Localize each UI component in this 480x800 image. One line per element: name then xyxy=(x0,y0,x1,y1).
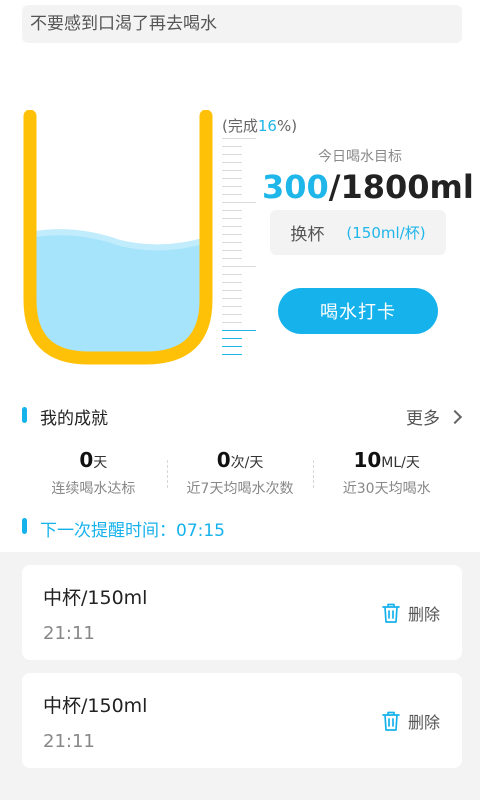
goal-total: /1800ml xyxy=(328,168,474,206)
delete-label: 删除 xyxy=(407,605,440,624)
ruler-tick xyxy=(222,138,256,139)
stat-streak: 0天 连续喝水达标 xyxy=(51,448,136,497)
ruler-tick xyxy=(222,354,242,355)
section-marker xyxy=(22,407,27,423)
achievements-title: 我的成就 xyxy=(40,409,108,429)
ruler-tick xyxy=(222,306,242,307)
change-cup-button[interactable]: 换杯 (150ml/杯) xyxy=(270,210,446,255)
ruler-tick xyxy=(222,154,242,155)
record-time: 21:11 xyxy=(43,731,95,752)
tip-text: 不要感到口渴了再去喝水 xyxy=(30,14,217,34)
level-ruler xyxy=(222,138,258,370)
ruler-tick xyxy=(222,202,256,203)
chevron-right-icon xyxy=(447,409,463,424)
ruler-tick xyxy=(222,250,242,251)
ruler-tick xyxy=(222,258,242,259)
cup-size-value: (150ml/杯) xyxy=(346,224,426,242)
ruler-tick xyxy=(222,338,242,339)
section-marker xyxy=(22,518,27,534)
goal-label: 今日喝水目标 xyxy=(318,149,402,165)
goal-value: 300/1800ml xyxy=(262,168,474,206)
record-item: 中杯/150ml 21:11 删除 xyxy=(22,565,462,660)
ruler-tick xyxy=(222,170,242,171)
ruler-tick xyxy=(222,314,242,315)
ruler-tick xyxy=(222,346,242,347)
ruler-tick xyxy=(222,322,242,323)
change-cup-label: 换杯 xyxy=(290,225,325,245)
trash-icon xyxy=(382,711,400,731)
water-cup xyxy=(20,110,230,370)
record-name: 中杯/150ml xyxy=(43,695,148,717)
record-name: 中杯/150ml xyxy=(43,587,148,609)
ruler-tick xyxy=(222,298,242,299)
drink-checkin-button[interactable]: 喝水打卡 xyxy=(278,288,438,334)
record-item: 中杯/150ml 21:11 删除 xyxy=(22,673,462,768)
tip-banner: 不要感到口渴了再去喝水 xyxy=(22,5,462,43)
delete-button[interactable]: 删除 xyxy=(382,601,440,625)
ruler-tick xyxy=(222,218,242,219)
record-time: 21:11 xyxy=(43,623,95,644)
goal-current: 300 xyxy=(262,168,329,206)
progress-percent: 16 xyxy=(257,117,277,135)
stat-7day-count: 0次/天 近7天均喝水次数 xyxy=(166,448,314,503)
next-reminder: 下一次提醒时间：07:15 xyxy=(40,521,225,541)
more-label: 更多 xyxy=(406,409,440,429)
more-link[interactable]: 更多 xyxy=(406,404,463,429)
drink-records: 中杯/150ml 21:11 删除 中杯/150ml 21:11 删除 xyxy=(0,552,480,800)
ruler-tick xyxy=(222,242,242,243)
trash-icon xyxy=(382,603,400,623)
ruler-tick xyxy=(222,146,242,147)
ruler-tick xyxy=(222,274,242,275)
ruler-tick xyxy=(222,178,242,179)
ruler-tick xyxy=(222,210,242,211)
delete-button[interactable]: 删除 xyxy=(382,709,440,733)
achievement-stats: 0天 连续喝水达标 0次/天 近7天均喝水次数 10ML/天 近30天均喝水 xyxy=(20,448,460,503)
ruler-tick xyxy=(222,330,256,331)
stat-30day-volume: 10ML/天 近30天均喝水 xyxy=(313,448,460,503)
ruler-tick xyxy=(222,234,242,235)
ruler-tick xyxy=(222,226,242,227)
ruler-tick xyxy=(222,162,242,163)
ruler-tick xyxy=(222,290,242,291)
delete-label: 删除 xyxy=(407,713,440,732)
ruler-tick xyxy=(222,194,242,195)
ruler-tick xyxy=(222,266,256,267)
ruler-tick xyxy=(222,186,242,187)
progress-text: (完成16%) xyxy=(222,117,298,135)
ruler-tick xyxy=(222,282,242,283)
